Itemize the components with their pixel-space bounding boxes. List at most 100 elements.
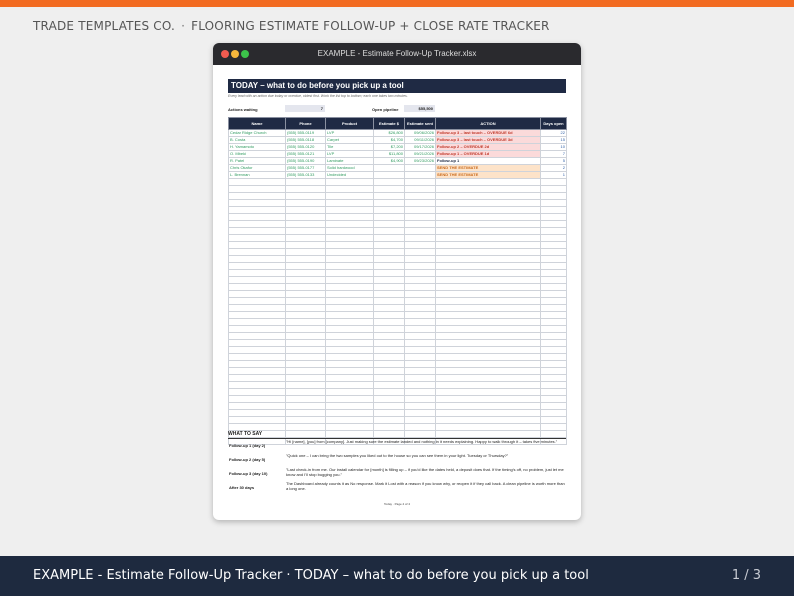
empty-cell[interactable] <box>404 227 436 235</box>
empty-cell[interactable] <box>325 185 374 193</box>
empty-cell[interactable] <box>404 409 436 417</box>
empty-cell[interactable] <box>373 311 405 319</box>
empty-cell[interactable] <box>325 318 374 326</box>
empty-cell[interactable] <box>435 318 541 326</box>
cell-days-open[interactable]: 7 <box>540 150 567 158</box>
empty-cell[interactable] <box>285 311 326 319</box>
empty-cell[interactable] <box>325 192 374 200</box>
empty-table-row[interactable] <box>228 381 567 389</box>
empty-cell[interactable] <box>540 255 567 263</box>
empty-cell[interactable] <box>228 255 286 263</box>
empty-cell[interactable] <box>540 311 567 319</box>
empty-cell[interactable] <box>373 381 405 389</box>
empty-cell[interactable] <box>325 213 374 221</box>
empty-cell[interactable] <box>228 283 286 291</box>
empty-cell[interactable] <box>285 199 326 207</box>
column-header-days-open[interactable]: Days open <box>540 117 567 130</box>
empty-cell[interactable] <box>373 360 405 368</box>
empty-cell[interactable] <box>404 206 436 214</box>
empty-cell[interactable] <box>228 332 286 340</box>
cell-phone[interactable]: (555) 555-0119 <box>285 129 326 137</box>
empty-cell[interactable] <box>325 374 374 382</box>
cell-name[interactable]: O. Mbeki <box>228 150 286 158</box>
empty-table-row[interactable] <box>228 353 567 361</box>
empty-table-row[interactable] <box>228 339 567 347</box>
empty-cell[interactable] <box>404 241 436 249</box>
empty-cell[interactable] <box>404 199 436 207</box>
empty-cell[interactable] <box>435 423 541 431</box>
empty-cell[interactable] <box>228 423 286 431</box>
table-row[interactable]: R. Patel (555) 555-0190 Laminate $4,900 09/2… <box>228 157 567 165</box>
empty-cell[interactable] <box>540 332 567 340</box>
cell-action[interactable]: SEND THE ESTIMATE <box>435 164 541 172</box>
cell-action[interactable]: Follow-up 2 – OVERDUE 2d <box>435 143 541 151</box>
cell-action[interactable]: Follow-up 3 – last touch – OVERDUE 6d <box>435 129 541 137</box>
column-header-product[interactable]: Product <box>325 117 374 130</box>
empty-cell[interactable] <box>228 213 286 221</box>
cell-phone[interactable]: (555) 555-0121 <box>285 150 326 158</box>
empty-cell[interactable] <box>404 297 436 305</box>
empty-cell[interactable] <box>285 332 326 340</box>
cell-estimate[interactable] <box>373 171 405 179</box>
empty-cell[interactable] <box>373 213 405 221</box>
cell-days-open[interactable]: 22 <box>540 129 567 137</box>
empty-cell[interactable] <box>404 248 436 256</box>
empty-cell[interactable] <box>325 227 374 235</box>
empty-cell[interactable] <box>404 367 436 375</box>
empty-cell[interactable] <box>540 227 567 235</box>
empty-cell[interactable] <box>325 269 374 277</box>
empty-cell[interactable] <box>373 423 405 431</box>
empty-cell[interactable] <box>404 353 436 361</box>
empty-cell[interactable] <box>228 367 286 375</box>
empty-cell[interactable] <box>373 185 405 193</box>
cell-estimate-sent[interactable]: 09/11/2026 <box>404 136 436 144</box>
empty-cell[interactable] <box>435 402 541 410</box>
empty-cell[interactable] <box>373 262 405 270</box>
empty-cell[interactable] <box>435 283 541 291</box>
empty-cell[interactable] <box>228 318 286 326</box>
empty-table-row[interactable] <box>228 206 567 214</box>
empty-cell[interactable] <box>435 276 541 284</box>
empty-cell[interactable] <box>325 332 374 340</box>
empty-cell[interactable] <box>373 206 405 214</box>
empty-cell[interactable] <box>540 220 567 228</box>
empty-cell[interactable] <box>435 360 541 368</box>
empty-cell[interactable] <box>540 381 567 389</box>
empty-cell[interactable] <box>404 402 436 410</box>
empty-cell[interactable] <box>404 220 436 228</box>
empty-cell[interactable] <box>228 185 286 193</box>
script-text[interactable]: The Dashboard already counts it as No re… <box>286 481 566 491</box>
empty-cell[interactable] <box>404 255 436 263</box>
empty-cell[interactable] <box>228 388 286 396</box>
empty-table-row[interactable] <box>228 402 567 410</box>
empty-cell[interactable] <box>435 199 541 207</box>
empty-cell[interactable] <box>540 185 567 193</box>
empty-cell[interactable] <box>373 192 405 200</box>
empty-cell[interactable] <box>373 409 405 417</box>
empty-cell[interactable] <box>285 402 326 410</box>
empty-cell[interactable] <box>285 234 326 242</box>
empty-cell[interactable] <box>404 234 436 242</box>
empty-cell[interactable] <box>228 297 286 305</box>
empty-cell[interactable] <box>325 388 374 396</box>
column-header-estimate-sent[interactable]: Estimate sent <box>404 117 436 130</box>
empty-cell[interactable] <box>285 360 326 368</box>
cell-name[interactable]: Cedar Ridge Church <box>228 129 286 137</box>
empty-cell[interactable] <box>435 178 541 186</box>
cell-product[interactable]: Tile <box>325 143 374 151</box>
empty-cell[interactable] <box>285 318 326 326</box>
empty-cell[interactable] <box>540 192 567 200</box>
empty-cell[interactable] <box>325 381 374 389</box>
empty-cell[interactable] <box>285 339 326 347</box>
empty-table-row[interactable] <box>228 332 567 340</box>
empty-cell[interactable] <box>373 304 405 312</box>
empty-cell[interactable] <box>373 395 405 403</box>
empty-table-row[interactable] <box>228 220 567 228</box>
empty-cell[interactable] <box>435 297 541 305</box>
empty-cell[interactable] <box>404 213 436 221</box>
empty-table-row[interactable] <box>228 248 567 256</box>
cell-name[interactable]: Chris Okafor <box>228 164 286 172</box>
empty-cell[interactable] <box>285 220 326 228</box>
empty-cell[interactable] <box>435 325 541 333</box>
empty-cell[interactable] <box>540 360 567 368</box>
